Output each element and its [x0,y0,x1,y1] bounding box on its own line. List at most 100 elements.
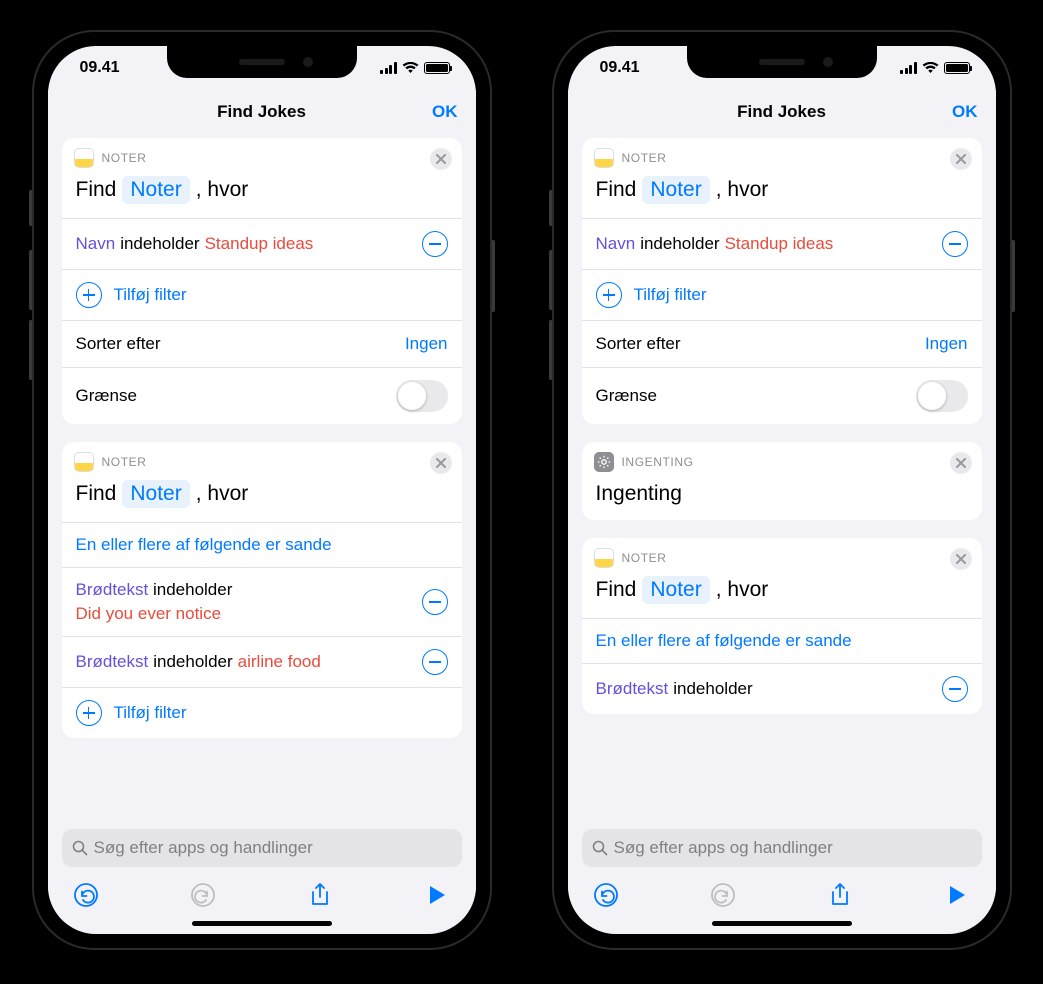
condition-group-button[interactable]: En eller flere af følgende er sande [62,523,462,567]
battery-icon [424,62,450,74]
limit-toggle[interactable] [916,380,968,412]
remove-action-button[interactable] [950,452,972,474]
filter-attribute[interactable]: Navn [596,234,636,254]
filter-operator[interactable]: indeholder [120,234,199,254]
plus-icon [76,282,102,308]
screen: 09.41 Find Jokes OK NOTER [48,46,476,934]
limit-row: Grænse [582,368,982,424]
limit-toggle[interactable] [396,380,448,412]
notes-token[interactable]: Noter [122,480,189,508]
filter-attribute[interactable]: Brødtekst [76,580,149,599]
add-filter-button[interactable]: Tilføj filter [582,270,982,320]
battery-icon [944,62,970,74]
redo-button[interactable] [709,881,737,909]
search-icon [592,840,608,856]
notes-token[interactable]: Noter [122,176,189,204]
remove-action-button[interactable] [430,452,452,474]
wifi-icon [402,62,419,74]
remove-filter-button[interactable] [422,649,448,675]
bottom-toolbar [568,873,996,919]
add-filter-label: Tilføj filter [114,285,187,305]
card-app-label: NOTER [102,151,147,165]
gear-app-icon [594,452,614,472]
search-placeholder: Søg efter apps og handlinger [94,838,313,858]
notes-token[interactable]: Noter [642,576,709,604]
condition-group-button[interactable]: En eller flere af følgende er sande [582,619,982,663]
filter-value[interactable]: airline food [238,652,321,672]
find-word: Find [76,178,117,202]
redo-button[interactable] [189,881,217,909]
where-word: , hvor [196,178,249,202]
bottom-toolbar [48,873,476,919]
wifi-icon [922,62,939,74]
remove-filter-button[interactable] [942,231,968,257]
navigation-bar: Find Jokes OK [48,90,476,134]
run-button[interactable] [943,881,971,909]
sort-value[interactable]: Ingen [405,334,448,354]
filter-row[interactable]: Navn indeholder Standup ideas [62,219,462,269]
search-input[interactable]: Søg efter apps og handlinger [582,829,982,867]
sort-label: Sorter efter [76,334,161,354]
remove-action-button[interactable] [950,548,972,570]
sort-by-row[interactable]: Sorter efter Ingen [582,321,982,367]
card-app-label: NOTER [622,551,667,565]
done-button[interactable]: OK [432,102,458,122]
filter-operator[interactable]: indeholder [640,234,719,254]
sort-value[interactable]: Ingen [925,334,968,354]
nothing-action-title[interactable]: Ingenting [582,476,982,520]
filter-operator[interactable]: indeholder [153,652,232,672]
navigation-bar: Find Jokes OK [568,90,996,134]
page-title: Find Jokes [737,102,826,122]
filter-operator[interactable]: indeholder [153,580,232,599]
filter-value[interactable]: Standup ideas [725,234,834,254]
status-time: 09.41 [600,59,640,77]
home-indicator[interactable] [192,921,332,926]
filter-row[interactable]: Brødtekst indeholder airline food [62,637,462,687]
sort-by-row[interactable]: Sorter efter Ingen [62,321,462,367]
remove-action-button[interactable] [430,148,452,170]
filter-value[interactable]: Did you ever notice [76,604,222,624]
filter-row[interactable]: Brødtekst indeholder Did you ever notice [62,568,462,636]
editor-content: NOTER Find Noter , hvor Navn indeholder … [568,134,996,827]
action-card-find-notes-2: NOTER Find Noter , hvor En eller flere a… [62,442,462,738]
action-title[interactable]: Find Noter , hvor [62,476,462,522]
undo-button[interactable] [592,881,620,909]
undo-button[interactable] [72,881,100,909]
action-title[interactable]: Find Noter , hvor [582,172,982,218]
remove-filter-button[interactable] [422,231,448,257]
filter-value[interactable]: Standup ideas [205,234,314,254]
notes-app-icon [74,148,94,168]
run-button[interactable] [423,881,451,909]
remove-filter-button[interactable] [942,676,968,702]
share-button[interactable] [306,881,334,909]
notes-app-icon [594,548,614,568]
device-frame-right: 09.41 Find Jokes OK NOTER [552,30,1012,950]
search-input[interactable]: Søg efter apps og handlinger [62,829,462,867]
action-card-find-notes-1: NOTER Find Noter , hvor Navn indeholder … [582,138,982,424]
filter-operator[interactable]: indeholder [673,679,752,699]
card-app-label: NOTER [102,455,147,469]
limit-row: Grænse [62,368,462,424]
remove-action-button[interactable] [950,148,972,170]
add-filter-button[interactable]: Tilføj filter [62,270,462,320]
action-title[interactable]: Find Noter , hvor [62,172,462,218]
device-frame-left: 09.41 Find Jokes OK NOTER [32,30,492,950]
notch [687,46,877,78]
plus-icon [596,282,622,308]
status-time: 09.41 [80,59,120,77]
filter-attribute[interactable]: Navn [76,234,116,254]
filter-row[interactable]: Brødtekst indeholder [582,664,982,714]
filter-attribute[interactable]: Brødtekst [596,679,669,699]
done-button[interactable]: OK [952,102,978,122]
add-filter-button[interactable]: Tilføj filter [62,688,462,738]
home-indicator[interactable] [712,921,852,926]
filter-row[interactable]: Navn indeholder Standup ideas [582,219,982,269]
action-title[interactable]: Find Noter , hvor [582,572,982,618]
filter-attribute[interactable]: Brødtekst [76,652,149,672]
notch [167,46,357,78]
remove-filter-button[interactable] [422,589,448,615]
search-icon [72,840,88,856]
share-button[interactable] [826,881,854,909]
notes-token[interactable]: Noter [642,176,709,204]
search-bar-container: Søg efter apps og handlinger [568,827,996,873]
